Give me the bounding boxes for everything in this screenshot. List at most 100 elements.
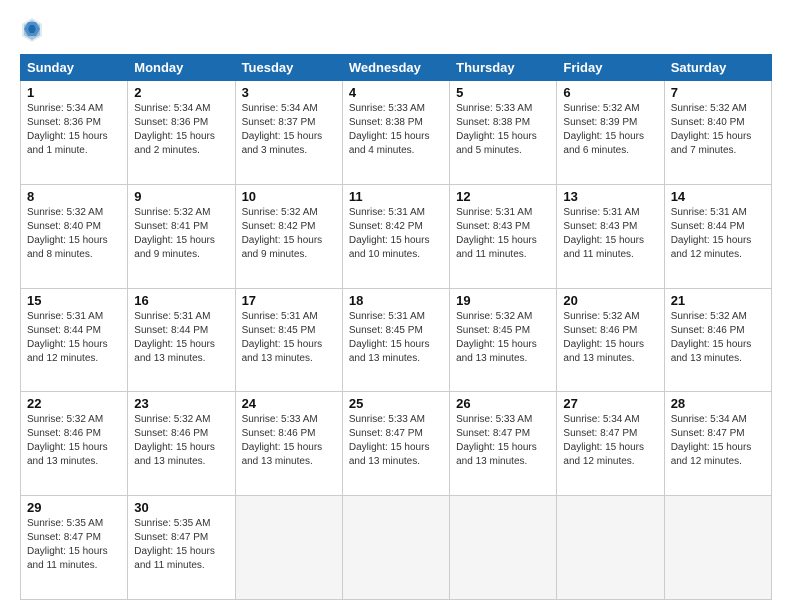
table-row <box>664 496 771 600</box>
day-number: 17 <box>242 293 336 308</box>
day-info: Sunrise: 5:31 AMSunset: 8:44 PMDaylight:… <box>671 206 765 262</box>
table-row: 16 Sunrise: 5:31 AMSunset: 8:44 PMDayligh… <box>128 288 235 392</box>
calendar-week-row: 15 Sunrise: 5:31 AMSunset: 8:44 PMDayligh… <box>21 288 772 392</box>
calendar-week-row: 1 Sunrise: 5:34 AMSunset: 8:36 PMDaylight… <box>21 81 772 185</box>
day-number: 21 <box>671 293 765 308</box>
day-info: Sunrise: 5:33 AMSunset: 8:38 PMDaylight:… <box>349 102 443 158</box>
logo-icon <box>20 16 44 44</box>
col-friday: Friday <box>557 55 664 81</box>
day-info: Sunrise: 5:33 AMSunset: 8:46 PMDaylight:… <box>242 413 336 469</box>
day-number: 16 <box>134 293 228 308</box>
logo <box>20 16 48 44</box>
day-info: Sunrise: 5:31 AMSunset: 8:43 PMDaylight:… <box>456 206 550 262</box>
day-number: 10 <box>242 189 336 204</box>
day-info: Sunrise: 5:35 AMSunset: 8:47 PMDaylight:… <box>134 517 228 573</box>
table-row <box>235 496 342 600</box>
day-number: 15 <box>27 293 121 308</box>
table-row: 25Sunrise: 5:33 AMSunset: 8:47 PMDayligh… <box>342 392 449 496</box>
calendar-table: Sunday Monday Tuesday Wednesday Thursday… <box>20 54 772 600</box>
calendar-week-row: 8 Sunrise: 5:32 AMSunset: 8:40 PMDaylight… <box>21 184 772 288</box>
day-info: Sunrise: 5:33 AMSunset: 8:38 PMDaylight:… <box>456 102 550 158</box>
table-row: 23 Sunrise: 5:32 AMSunset: 8:46 PMDayligh… <box>128 392 235 496</box>
col-saturday: Saturday <box>664 55 771 81</box>
day-number: 1 <box>27 85 121 100</box>
col-sunday: Sunday <box>21 55 128 81</box>
day-info: Sunrise: 5:34 AMSunset: 8:37 PMDaylight:… <box>242 102 336 158</box>
day-number: 23 <box>134 396 228 411</box>
calendar-week-row: 29Sunrise: 5:35 AMSunset: 8:47 PMDayligh… <box>21 496 772 600</box>
day-info: Sunrise: 5:34 AMSunset: 8:47 PMDaylight:… <box>563 413 657 469</box>
calendar-header-row: Sunday Monday Tuesday Wednesday Thursday… <box>21 55 772 81</box>
day-number: 27 <box>563 396 657 411</box>
col-thursday: Thursday <box>450 55 557 81</box>
day-info: Sunrise: 5:31 AMSunset: 8:45 PMDaylight:… <box>242 310 336 366</box>
day-info: Sunrise: 5:32 AMSunset: 8:46 PMDaylight:… <box>27 413 121 469</box>
table-row: 14 Sunrise: 5:31 AMSunset: 8:44 PMDayligh… <box>664 184 771 288</box>
day-info: Sunrise: 5:34 AMSunset: 8:36 PMDaylight:… <box>27 102 121 158</box>
day-number: 9 <box>134 189 228 204</box>
table-row: 12 Sunrise: 5:31 AMSunset: 8:43 PMDayligh… <box>450 184 557 288</box>
table-row: 27 Sunrise: 5:34 AMSunset: 8:47 PMDayligh… <box>557 392 664 496</box>
day-info: Sunrise: 5:31 AMSunset: 8:44 PMDaylight:… <box>27 310 121 366</box>
day-number: 7 <box>671 85 765 100</box>
header <box>20 16 772 44</box>
table-row <box>450 496 557 600</box>
day-info: Sunrise: 5:34 AMSunset: 8:36 PMDaylight:… <box>134 102 228 158</box>
day-number: 28 <box>671 396 765 411</box>
table-row: 4Sunrise: 5:33 AMSunset: 8:38 PMDaylight… <box>342 81 449 185</box>
table-row: 19 Sunrise: 5:32 AMSunset: 8:45 PMDayligh… <box>450 288 557 392</box>
table-row: 28 Sunrise: 5:34 AMSunset: 8:47 PMDayligh… <box>664 392 771 496</box>
day-info: Sunrise: 5:32 AMSunset: 8:42 PMDaylight:… <box>242 206 336 262</box>
day-number: 13 <box>563 189 657 204</box>
day-number: 6 <box>563 85 657 100</box>
day-info: Sunrise: 5:32 AMSunset: 8:39 PMDaylight:… <box>563 102 657 158</box>
day-info: Sunrise: 5:32 AMSunset: 8:40 PMDaylight:… <box>27 206 121 262</box>
table-row <box>557 496 664 600</box>
table-row: 5Sunrise: 5:33 AMSunset: 8:38 PMDaylight… <box>450 81 557 185</box>
day-number: 19 <box>456 293 550 308</box>
table-row: 17 Sunrise: 5:31 AMSunset: 8:45 PMDayligh… <box>235 288 342 392</box>
day-info: Sunrise: 5:33 AMSunset: 8:47 PMDaylight:… <box>456 413 550 469</box>
day-info: Sunrise: 5:32 AMSunset: 8:41 PMDaylight:… <box>134 206 228 262</box>
table-row: 13 Sunrise: 5:31 AMSunset: 8:43 PMDayligh… <box>557 184 664 288</box>
day-info: Sunrise: 5:35 AMSunset: 8:47 PMDaylight:… <box>27 517 121 573</box>
day-number: 22 <box>27 396 121 411</box>
day-number: 8 <box>27 189 121 204</box>
table-row: 6 Sunrise: 5:32 AMSunset: 8:39 PMDaylight… <box>557 81 664 185</box>
table-row: 3 Sunrise: 5:34 AMSunset: 8:37 PMDaylight… <box>235 81 342 185</box>
day-number: 12 <box>456 189 550 204</box>
table-row: 22 Sunrise: 5:32 AMSunset: 8:46 PMDayligh… <box>21 392 128 496</box>
calendar-week-row: 22 Sunrise: 5:32 AMSunset: 8:46 PMDayligh… <box>21 392 772 496</box>
day-info: Sunrise: 5:32 AMSunset: 8:46 PMDaylight:… <box>671 310 765 366</box>
day-number: 2 <box>134 85 228 100</box>
table-row: 11 Sunrise: 5:31 AMSunset: 8:42 PMDayligh… <box>342 184 449 288</box>
table-row: 8 Sunrise: 5:32 AMSunset: 8:40 PMDaylight… <box>21 184 128 288</box>
day-number: 24 <box>242 396 336 411</box>
day-info: Sunrise: 5:32 AMSunset: 8:46 PMDaylight:… <box>134 413 228 469</box>
table-row: 21 Sunrise: 5:32 AMSunset: 8:46 PMDayligh… <box>664 288 771 392</box>
col-monday: Monday <box>128 55 235 81</box>
day-info: Sunrise: 5:34 AMSunset: 8:47 PMDaylight:… <box>671 413 765 469</box>
table-row: 20Sunrise: 5:32 AMSunset: 8:46 PMDayligh… <box>557 288 664 392</box>
table-row: 24 Sunrise: 5:33 AMSunset: 8:46 PMDayligh… <box>235 392 342 496</box>
table-row: 7 Sunrise: 5:32 AMSunset: 8:40 PMDaylight… <box>664 81 771 185</box>
table-row: 15 Sunrise: 5:31 AMSunset: 8:44 PMDayligh… <box>21 288 128 392</box>
day-info: Sunrise: 5:31 AMSunset: 8:44 PMDaylight:… <box>134 310 228 366</box>
table-row: 29Sunrise: 5:35 AMSunset: 8:47 PMDayligh… <box>21 496 128 600</box>
table-row: 9 Sunrise: 5:32 AMSunset: 8:41 PMDaylight… <box>128 184 235 288</box>
day-number: 14 <box>671 189 765 204</box>
page: Sunday Monday Tuesday Wednesday Thursday… <box>0 0 792 612</box>
day-info: Sunrise: 5:31 AMSunset: 8:45 PMDaylight:… <box>349 310 443 366</box>
day-info: Sunrise: 5:32 AMSunset: 8:45 PMDaylight:… <box>456 310 550 366</box>
day-info: Sunrise: 5:31 AMSunset: 8:43 PMDaylight:… <box>563 206 657 262</box>
col-tuesday: Tuesday <box>235 55 342 81</box>
day-number: 11 <box>349 189 443 204</box>
day-number: 25 <box>349 396 443 411</box>
day-number: 18 <box>349 293 443 308</box>
day-info: Sunrise: 5:31 AMSunset: 8:42 PMDaylight:… <box>349 206 443 262</box>
day-number: 3 <box>242 85 336 100</box>
table-row <box>342 496 449 600</box>
table-row: 26Sunrise: 5:33 AMSunset: 8:47 PMDayligh… <box>450 392 557 496</box>
day-info: Sunrise: 5:32 AMSunset: 8:46 PMDaylight:… <box>563 310 657 366</box>
day-info: Sunrise: 5:32 AMSunset: 8:40 PMDaylight:… <box>671 102 765 158</box>
